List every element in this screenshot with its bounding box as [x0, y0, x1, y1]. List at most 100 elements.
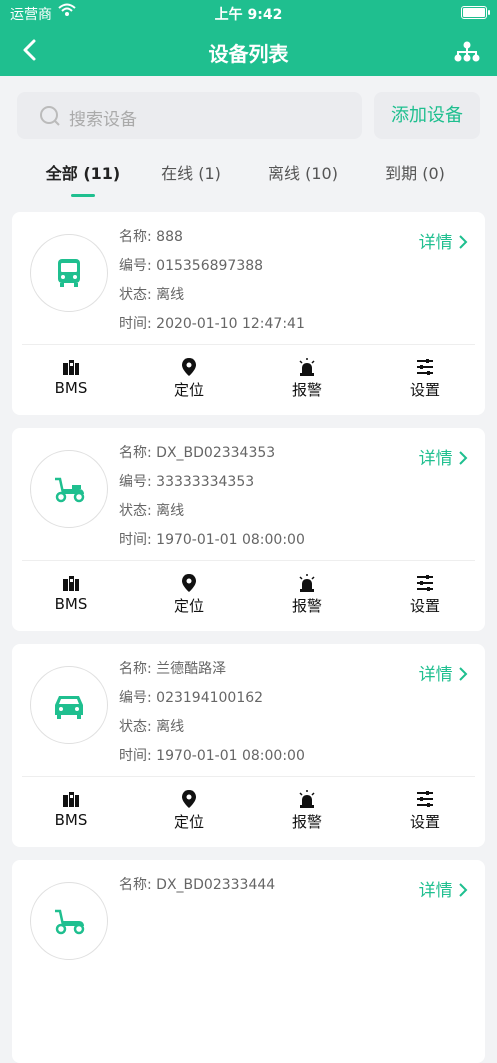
name-label: 名称: — [119, 661, 152, 677]
car-icon — [55, 696, 83, 719]
battery-icon — [461, 6, 490, 19]
device-avatar — [30, 882, 108, 960]
device-info: 名称: 888 编号: 015356897388 状态: 离线 时间: 2020… — [119, 228, 305, 344]
battery-bms-icon — [63, 576, 79, 591]
settings-button[interactable]: 设置 — [385, 573, 465, 616]
device-name: 888 — [156, 229, 183, 245]
bms-button[interactable]: BMS — [31, 357, 111, 397]
name-label: 名称: — [119, 877, 152, 893]
locate-label: 定位 — [173, 597, 204, 615]
detail-label: 详情 — [418, 449, 453, 469]
alarm-button[interactable]: 报警 — [267, 789, 347, 832]
device-actions: BMS 定位 报警 设置 — [12, 777, 485, 847]
device-avatar — [30, 666, 108, 744]
name-label: 名称: — [119, 445, 152, 461]
bms-button[interactable]: BMS — [31, 573, 111, 613]
sliders-icon — [417, 791, 433, 807]
locate-button[interactable]: 定位 — [149, 789, 229, 832]
device-card[interactable]: 名称: DX_BD02333444 详情 — [12, 860, 485, 1063]
page-title: 设备列表 — [208, 42, 289, 66]
clock: 上午 9:42 — [214, 7, 283, 23]
device-name: DX_BD02334353 — [156, 445, 276, 461]
header: 运营商 上午 9:42 设备列表 — [0, 0, 497, 76]
alarm-label: 报警 — [291, 597, 322, 615]
battery-bms-icon — [63, 792, 79, 807]
bms-button[interactable]: BMS — [31, 789, 111, 829]
location-pin-icon — [182, 358, 196, 376]
scooter-icon — [55, 477, 85, 503]
settings-label: 设置 — [409, 813, 440, 831]
locate-button[interactable]: 定位 — [149, 357, 229, 400]
device-time: 1970-01-01 08:00:00 — [156, 748, 305, 764]
alarm-siren-icon — [299, 574, 315, 592]
status-label: 状态: — [119, 719, 152, 735]
device-info: 名称: DX_BD02333444 — [119, 876, 275, 905]
detail-label: 详情 — [418, 665, 453, 685]
search-placeholder: 搜索设备 — [69, 110, 137, 130]
chevron-right-icon — [459, 451, 468, 465]
battery-bms-icon — [63, 360, 79, 375]
device-status: 离线 — [156, 287, 185, 303]
number-label: 编号: — [119, 258, 152, 274]
scooter-icon — [55, 909, 85, 935]
settings-label: 设置 — [409, 597, 440, 615]
device-card[interactable]: 名称: DX_BD02334353 编号: 33333334353 状态: 离线… — [12, 428, 485, 631]
chevron-right-icon — [459, 667, 468, 681]
settings-button[interactable]: 设置 — [385, 357, 465, 400]
name-label: 名称: — [119, 229, 152, 245]
alarm-label: 报警 — [291, 813, 322, 831]
sliders-icon — [417, 575, 433, 591]
locate-button[interactable]: 定位 — [149, 573, 229, 616]
settings-button[interactable]: 设置 — [385, 789, 465, 832]
alarm-siren-icon — [299, 358, 315, 376]
locate-label: 定位 — [173, 381, 204, 399]
device-info: 名称: 兰德酷路泽 编号: 023194100162 状态: 离线 时间: 19… — [119, 660, 305, 776]
device-number: 33333334353 — [156, 474, 255, 490]
tab-active-indicator — [71, 194, 95, 197]
device-card[interactable]: 名称: 兰德酷路泽 编号: 023194100162 状态: 离线 时间: 19… — [12, 644, 485, 847]
locate-label: 定位 — [173, 813, 204, 831]
device-number: 023194100162 — [156, 690, 264, 706]
tab-offline[interactable]: 离线 (10) — [248, 160, 358, 184]
device-time: 2020-01-10 12:47:41 — [156, 316, 305, 332]
number-label: 编号: — [119, 474, 152, 490]
detail-link[interactable]: 详情 — [419, 228, 468, 253]
device-card[interactable]: 名称: 888 编号: 015356897388 状态: 离线 时间: 2020… — [12, 212, 485, 415]
filter-tabs: 全部 (11) 在线 (1) 离线 (10) 到期 (0) — [0, 150, 497, 200]
detail-label: 详情 — [418, 233, 453, 253]
bms-label: BMS — [54, 595, 88, 613]
device-time: 1970-01-01 08:00:00 — [156, 532, 305, 548]
location-pin-icon — [182, 790, 196, 808]
detail-link[interactable]: 详情 — [419, 444, 468, 469]
tab-all[interactable]: 全部 (11) — [28, 160, 138, 184]
tab-online[interactable]: 在线 (1) — [136, 160, 246, 184]
detail-label: 详情 — [418, 881, 453, 901]
status-label: 状态: — [119, 287, 152, 303]
sliders-icon — [417, 359, 433, 375]
tab-expired[interactable]: 到期 (0) — [360, 160, 470, 184]
device-name: 兰德酷路泽 — [156, 661, 227, 677]
bms-label: BMS — [54, 379, 88, 397]
device-number: 015356897388 — [156, 258, 264, 274]
device-avatar — [30, 450, 108, 528]
detail-link[interactable]: 详情 — [419, 660, 468, 685]
add-device-button[interactable]: 添加设备 — [374, 92, 480, 139]
time-label: 时间: — [119, 316, 152, 332]
device-info: 名称: DX_BD02334353 编号: 33333334353 状态: 离线… — [119, 444, 305, 560]
org-tree-button[interactable] — [451, 36, 483, 68]
alarm-button[interactable]: 报警 — [267, 357, 347, 400]
device-name: DX_BD02333444 — [156, 877, 276, 893]
hierarchy-icon — [454, 41, 480, 62]
settings-label: 设置 — [409, 381, 440, 399]
search-input[interactable]: 搜索设备 — [17, 92, 362, 139]
detail-link[interactable]: 详情 — [419, 876, 468, 901]
number-label: 编号: — [119, 690, 152, 706]
search-icon — [40, 106, 60, 126]
time-label: 时间: — [119, 532, 152, 548]
bms-label: BMS — [54, 811, 88, 829]
alarm-button[interactable]: 报警 — [267, 573, 347, 616]
chevron-right-icon — [459, 883, 468, 897]
device-status: 离线 — [156, 719, 185, 735]
chevron-right-icon — [459, 235, 468, 249]
alarm-label: 报警 — [291, 381, 322, 399]
